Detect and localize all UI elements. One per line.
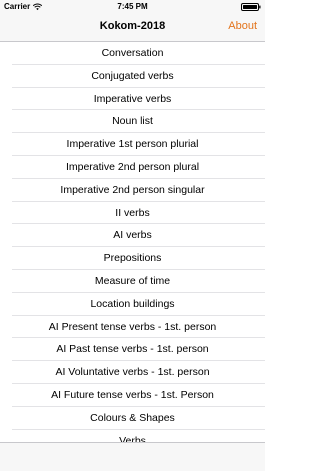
navigation-bar: Kokom-2018 About xyxy=(0,14,265,42)
list-item[interactable]: AI verbs xyxy=(0,224,265,247)
list-item[interactable]: Imperative 1st person plurial xyxy=(0,133,265,156)
list-item[interactable]: Colours & Shapes xyxy=(0,407,265,430)
list-item[interactable]: Prepositions xyxy=(0,247,265,270)
bottom-toolbar xyxy=(0,442,265,471)
battery-icon xyxy=(241,3,261,11)
screen: Carrier 7:45 PM Kokom-2018 About Convers… xyxy=(0,0,265,471)
list-item[interactable]: Verbs xyxy=(0,430,265,442)
list-item[interactable]: Measure of time xyxy=(0,270,265,293)
list-item[interactable]: II verbs xyxy=(0,202,265,225)
list-item[interactable]: Imperative 2nd person singular xyxy=(0,179,265,202)
status-time: 7:45 PM xyxy=(117,2,148,11)
page-title: Kokom-2018 xyxy=(99,20,166,32)
about-button[interactable]: About xyxy=(228,20,257,32)
status-bar: Carrier 7:45 PM xyxy=(0,0,265,14)
list-item[interactable]: Conjugated verbs xyxy=(0,65,265,88)
list-item[interactable]: AI Past tense verbs - 1st. person xyxy=(0,338,265,361)
list-item[interactable]: Imperative verbs xyxy=(0,88,265,111)
list-item[interactable]: Location buildings xyxy=(0,293,265,316)
list-item[interactable]: AI Future tense verbs - 1st. Person xyxy=(0,384,265,407)
topic-list[interactable]: Conversation Conjugated verbs Imperative… xyxy=(0,42,265,442)
list-item[interactable]: AI Voluntative verbs - 1st. person xyxy=(0,361,265,384)
list-item[interactable]: AI Present tense verbs - 1st. person xyxy=(0,316,265,339)
list-item[interactable]: Conversation xyxy=(0,42,265,65)
list-item[interactable]: Imperative 2nd person plural xyxy=(0,156,265,179)
list-item[interactable]: Noun list xyxy=(0,110,265,133)
